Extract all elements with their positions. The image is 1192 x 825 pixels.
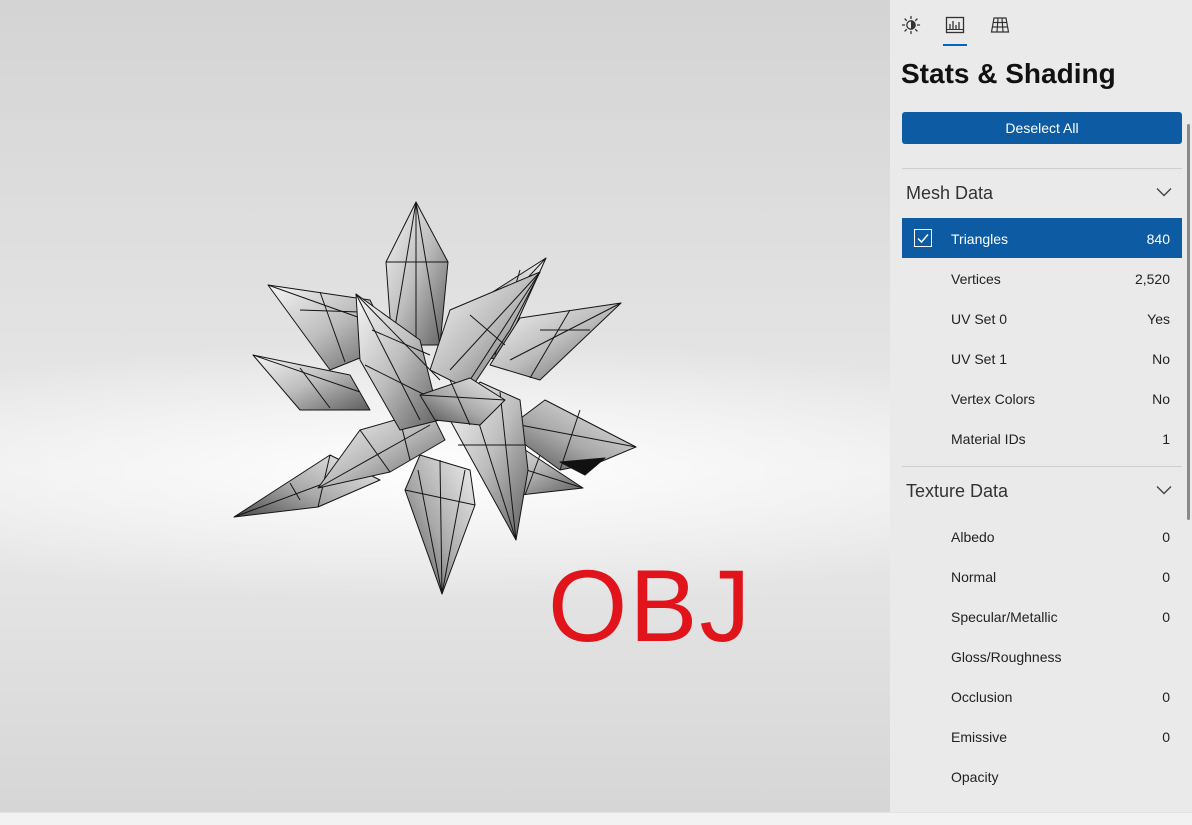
row-label: Emissive (951, 729, 1008, 745)
row-label: Normal (951, 569, 997, 585)
row-label: UV Set 1 (951, 351, 1008, 367)
panel-title: Stats & Shading (901, 58, 1116, 89)
tab-grid[interactable] (985, 10, 1015, 40)
row-value: 2,520 (1134, 271, 1170, 287)
mesh-row-vertex-colors[interactable]: Vertex Colors No (902, 378, 1182, 418)
row-label: Occlusion (951, 689, 1013, 705)
mesh-row-uv-set-1[interactable]: UV Set 1 No (902, 338, 1182, 378)
format-label: OBJ (548, 549, 753, 663)
section-title: Mesh Data (906, 183, 994, 203)
texture-row-occlusion[interactable]: Occlusion 0 (902, 676, 1182, 716)
checkbox[interactable] (914, 229, 932, 247)
checkmark-icon (917, 234, 929, 244)
row-label: Vertices (951, 271, 1001, 287)
row-value: 0 (1162, 689, 1170, 705)
texture-row-opacity[interactable]: Opacity (902, 756, 1182, 796)
mesh-row-material-ids[interactable]: Material IDs 1 (902, 418, 1182, 458)
row-label: Opacity (951, 769, 999, 785)
row-value: 1 (1162, 431, 1170, 447)
row-value: No (1152, 351, 1170, 367)
texture-row-emissive[interactable]: Emissive 0 (902, 716, 1182, 756)
3d-viewport[interactable]: OBJ (0, 0, 890, 812)
row-value: 0 (1162, 729, 1170, 745)
texture-row-normal[interactable]: Normal 0 (902, 556, 1182, 596)
3d-model[interactable] (0, 0, 890, 812)
row-value: No (1152, 391, 1170, 407)
tab-lighting[interactable] (896, 10, 926, 40)
chevron-down-icon[interactable] (1156, 187, 1172, 197)
row-value: 0 (1162, 529, 1170, 545)
texture-row-albedo[interactable]: Albedo 0 (902, 516, 1182, 556)
mesh-row-uv-set-0[interactable]: UV Set 0 Yes (902, 298, 1182, 338)
status-bar (0, 812, 1192, 825)
row-label: UV Set 0 (951, 311, 1008, 327)
texture-data-header[interactable]: Texture Data (902, 467, 1182, 515)
texture-row-gloss-roughness[interactable]: Gloss/Roughness (902, 636, 1182, 676)
chevron-down-icon[interactable] (1156, 485, 1172, 495)
row-label: Vertex Colors (951, 391, 1036, 407)
row-label: Material IDs (951, 431, 1026, 447)
panel-scrollbar[interactable] (1187, 124, 1190, 520)
tab-stats[interactable] (940, 10, 970, 46)
mesh-row-vertices[interactable]: Vertices 2,520 (902, 258, 1182, 298)
stats-icon (945, 16, 965, 34)
row-label: Gloss/Roughness (951, 649, 1062, 665)
row-value: 0 (1162, 609, 1170, 625)
section-title: Texture Data (906, 481, 1009, 501)
row-label: Triangles (951, 231, 1009, 247)
row-value: 0 (1162, 569, 1170, 585)
row-label: Albedo (951, 529, 995, 545)
texture-row-specular-metallic[interactable]: Specular/Metallic 0 (902, 596, 1182, 636)
panel-tabs (890, 0, 1192, 48)
mesh-row-triangles[interactable]: Triangles 840 (902, 218, 1182, 258)
row-value: 840 (1146, 231, 1170, 247)
stats-panel: Stats & Shading Deselect All Mesh Data T… (890, 0, 1192, 812)
row-value: Yes (1147, 311, 1170, 327)
deselect-all-button[interactable]: Deselect All (902, 112, 1182, 144)
row-label: Specular/Metallic (951, 609, 1058, 625)
mesh-data-header[interactable]: Mesh Data (902, 169, 1182, 217)
lighting-icon (901, 15, 921, 35)
grid-icon (990, 17, 1010, 33)
